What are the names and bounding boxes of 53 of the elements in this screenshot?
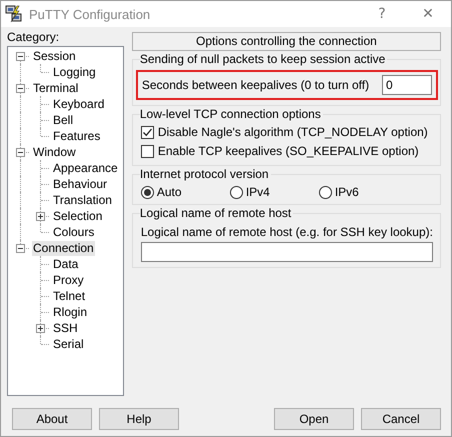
radio-button[interactable] [230,186,243,198]
tree-item[interactable]: Rlogin [52,304,88,320]
help-button[interactable]: ? [359,1,405,27]
tree-item[interactable]: Appearance [52,160,119,176]
tree-item[interactable]: Data [52,256,80,272]
dialog-button[interactable]: Cancel [361,408,441,430]
option-label: IPv4 [246,185,270,199]
tree-item[interactable]: Logging [52,64,97,80]
category-label: Category: [7,30,60,46]
option-label: Enable TCP keepalives (SO_KEEPALIVE option) [158,144,419,158]
option-label: Auto [156,185,182,199]
tree-item[interactable]: Bell [52,112,74,128]
tree-item[interactable]: Connection [32,240,95,256]
tree-item[interactable]: Translation [52,192,113,208]
tree-item[interactable]: Telnet [52,288,86,304]
keepalive-field[interactable]: 0 [382,75,432,95]
computers-icon [5,5,23,23]
radio-button[interactable] [318,186,332,198]
collapse-icon[interactable] [16,52,25,61]
close-button[interactable]: ✕ [405,1,451,27]
collapse-icon[interactable] [16,148,25,157]
checkbox[interactable] [140,144,154,158]
tree-item[interactable]: Serial [52,336,85,352]
collapse-icon[interactable] [16,84,25,93]
section-header: Options controlling the connection [132,32,441,51]
group-legend: Sending of null packets to keep session active [140,52,388,67]
expand-icon[interactable] [36,324,45,333]
group-legend: Low-level TCP connection options [140,107,323,122]
keepalive-label: Seconds between keepalives (0 to turn off) [142,78,370,92]
remote-host-field[interactable] [140,242,433,262]
tree-item[interactable]: Selection [52,208,104,224]
tree-item[interactable]: Features [52,128,102,144]
tree-item[interactable]: Proxy [52,272,85,288]
option-label: IPv6 [334,185,359,199]
dialog-button[interactable]: Open [274,408,354,430]
option-label: Disable Nagle's algorithm (TCP_NODELAY option) [158,125,428,139]
tree-item[interactable]: SSH [52,320,79,336]
tree-item[interactable]: Session [32,48,77,64]
tree-item[interactable]: Keyboard [52,96,106,112]
collapse-icon[interactable] [16,244,25,253]
tree-item[interactable]: Behaviour [52,176,108,192]
radio-button[interactable] [140,186,154,198]
expand-icon[interactable] [36,212,45,221]
tree-item[interactable]: Window [32,144,77,160]
dialog-button[interactable]: About [12,408,92,430]
window-title: PuTTY Configuration [29,6,152,22]
tree-item[interactable]: Colours [52,224,96,240]
dialog-button[interactable]: Help [99,408,179,430]
group-legend: Logical name of remote host [140,206,294,221]
field-label: Logical name of remote host (e.g. for SSH key lookup): [140,225,433,239]
tree-item[interactable]: Terminal [32,80,80,96]
group-legend: Internet protocol version [140,167,271,182]
checkbox[interactable] [140,126,154,138]
